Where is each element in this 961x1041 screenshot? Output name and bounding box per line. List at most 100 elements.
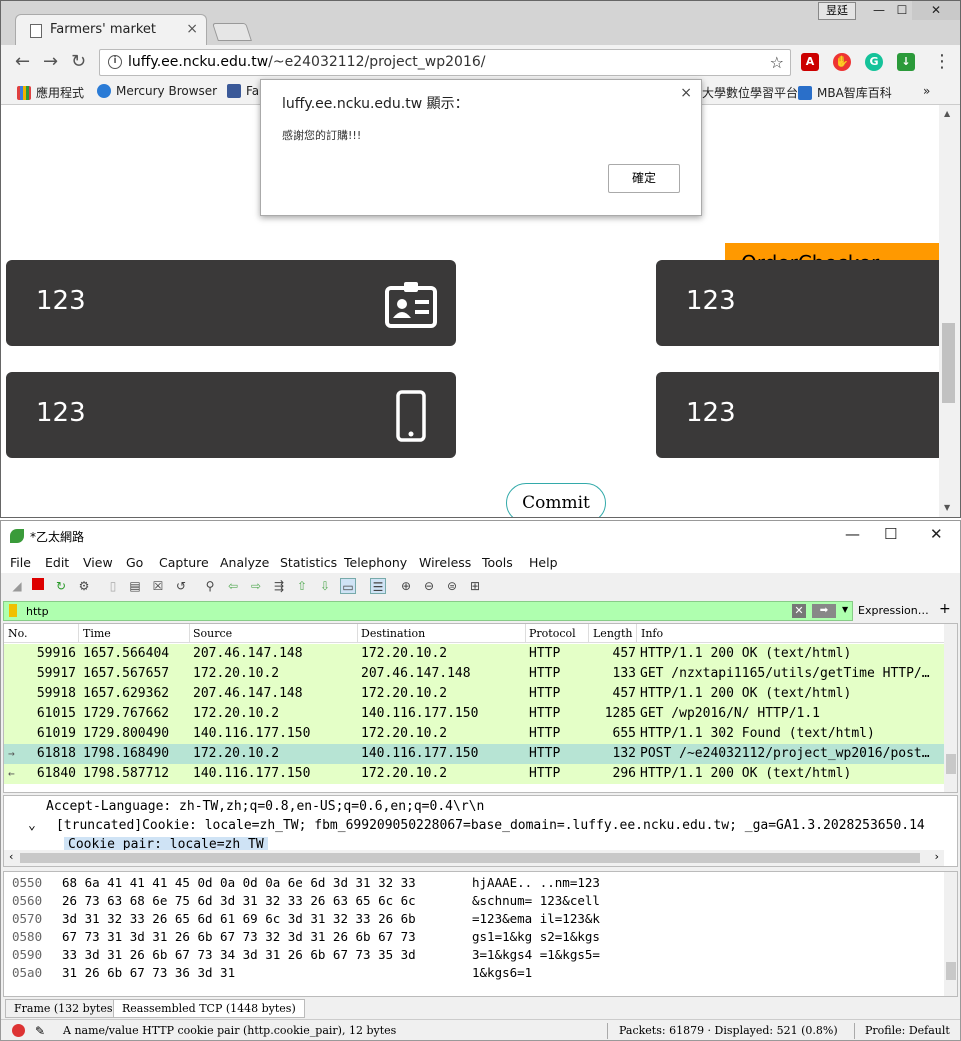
bookmarks-overflow-icon[interactable]: » [923,84,930,98]
download-extension-icon[interactable]: ↓ [897,53,915,71]
new-tab-button[interactable] [212,23,252,41]
stop-capture-icon[interactable] [30,578,46,594]
go-forward-icon[interactable]: ⇨ [248,578,264,594]
menu-view[interactable]: View [83,555,113,570]
packet-row[interactable]: 59916 1657.566404 207.46.147.148 172.20.10.… [4,644,944,664]
col-no[interactable]: No. [8,627,28,640]
col-length[interactable]: Length [593,627,632,640]
page-scrollbar[interactable]: ▲ ▼ [939,105,960,517]
address-bar[interactable]: i luffy.ee.ncku.edu.tw/~e24032112/projec… [99,49,791,76]
browser-tab[interactable]: Farmers' market × [15,14,207,46]
email-card[interactable]: 123 [656,372,939,458]
forward-arrow-icon[interactable]: → [43,51,58,72]
packet-list-scrollbar[interactable] [944,624,957,792]
bookmark-apps[interactable]: 應用程式 [17,84,84,101]
col-destination[interactable]: Destination [361,627,425,640]
save-file-icon[interactable]: ▤ [127,578,143,594]
menu-tools[interactable]: Tools [482,555,513,570]
back-arrow-icon[interactable]: ← [15,51,30,72]
normal-size-icon[interactable]: ⊜ [444,578,460,594]
expert-info-icon[interactable] [12,1024,25,1037]
menu-telephony[interactable]: Telephony [344,555,407,570]
go-to-packet-icon[interactable]: ⇶ [271,578,287,594]
status-profile[interactable]: Profile: Default [865,1024,950,1037]
close-file-icon[interactable]: ☒ [150,578,166,594]
open-file-icon[interactable]: ▯ [105,578,121,594]
col-protocol[interactable]: Protocol [529,627,576,640]
packet-row[interactable]: 61019 1729.800490 140.116.177.150 172.20.10… [4,724,944,744]
ws-maximize-button[interactable]: ☐ [884,525,897,543]
capture-options-icon[interactable]: ⚙ [76,578,92,594]
menu-analyze[interactable]: Analyze [220,555,269,570]
bytes-scrollbar[interactable] [944,872,957,996]
find-packet-icon[interactable]: ⚲ [202,578,218,594]
scrollbar-thumb[interactable] [946,962,956,980]
chrome-menu-icon[interactable]: ⋮ [933,51,951,72]
detail-cookie-expand-icon[interactable]: ⌄ [28,818,36,833]
edit-comment-icon[interactable]: ✎ [35,1024,45,1038]
add-filter-button[interactable]: + [939,601,951,617]
display-filter-input[interactable]: http ✕ ➡ ▼ [3,601,853,621]
menu-edit[interactable]: Edit [45,555,69,570]
site-info-icon[interactable]: i [108,55,122,69]
scroll-left-icon[interactable]: ‹ [8,850,15,863]
pdf-extension-icon[interactable]: A [801,53,819,71]
bookmark-elearning[interactable]: 大學數位學習平台 [702,84,798,101]
go-back-icon[interactable]: ⇦ [225,578,241,594]
col-time[interactable]: Time [83,627,111,640]
reload-file-icon[interactable]: ↺ [173,578,189,594]
filter-history-chevron-down-icon[interactable]: ▼ [842,605,848,614]
menu-capture[interactable]: Capture [159,555,209,570]
packet-row[interactable]: ← 61840 1798.587712 140.116.177.150 172.20.1… [4,764,944,784]
commit-button[interactable]: Commit [506,483,606,517]
autoscroll-icon[interactable]: ▭ [340,578,356,594]
bookmark-facebook[interactable]: Fa [227,84,259,98]
detail-cookie[interactable]: [truncated]Cookie: locale=zh_TW; fbm_699… [56,818,925,833]
tab-reassembled-tcp[interactable]: Reassembled TCP (1448 bytes) [113,999,305,1018]
expression-button[interactable]: Expression… [858,604,929,617]
tab-frame-bytes[interactable]: Frame (132 bytes) [5,999,126,1018]
colorize-icon[interactable]: ☰ [370,578,386,594]
menu-file[interactable]: File [10,555,31,570]
packet-row[interactable]: 61015 1729.767662 172.20.10.2 140.116.177.1… [4,704,944,724]
zoom-in-icon[interactable]: ⊕ [398,578,414,594]
clear-filter-icon[interactable]: ✕ [792,604,806,618]
school-number-card[interactable]: 123 [656,260,939,346]
menu-statistics[interactable]: Statistics [280,555,337,570]
reload-icon[interactable]: ↻ [71,51,86,72]
restart-capture-icon[interactable]: ↻ [53,578,69,594]
start-capture-icon[interactable]: ◢ [9,578,25,594]
bookmark-star-icon[interactable]: ☆ [770,53,784,72]
packet-row[interactable]: 59918 1657.629362 207.46.147.148 172.20.10.… [4,684,944,704]
first-packet-icon[interactable]: ⇧ [294,578,310,594]
menu-help[interactable]: Help [529,555,558,570]
profile-button[interactable]: 昱廷 [818,2,856,20]
scrollbar-thumb[interactable] [942,323,955,403]
name-card[interactable]: 123 [6,260,456,346]
ws-close-button[interactable]: ✕ [930,525,943,543]
apply-filter-icon[interactable]: ➡ [812,604,836,618]
adblock-extension-icon[interactable]: ✋ [833,53,851,71]
close-window-button[interactable]: ✕ [912,1,960,20]
zoom-out-icon[interactable]: ⊖ [421,578,437,594]
packet-row[interactable]: → 61818 1798.168490 172.20.10.2 140.116.177.… [4,744,944,764]
col-info[interactable]: Info [641,627,663,640]
alert-ok-button[interactable]: 確定 [608,164,680,193]
scroll-up-icon[interactable]: ▲ [944,109,950,118]
filter-bookmark-icon[interactable] [9,604,17,617]
col-source[interactable]: Source [193,627,232,640]
cellphone-card[interactable]: 123 [6,372,456,458]
scrollbar-thumb[interactable] [946,754,956,774]
details-hscrollbar[interactable]: ‹ › [4,850,944,866]
scroll-right-icon[interactable]: › [933,850,940,863]
tab-close-icon[interactable]: × [186,21,198,37]
scrollbar-thumb[interactable] [20,853,920,863]
bookmark-mba-wiki[interactable]: MBA智库百科 [798,84,892,101]
detail-accept-language[interactable]: Accept-Language: zh-TW,zh;q=0.8,en-US;q=… [46,799,484,814]
last-packet-icon[interactable]: ⇩ [317,578,333,594]
bookmark-mercury-browser[interactable]: Mercury Browser [97,84,217,98]
alert-close-icon[interactable]: × [680,85,692,101]
menu-go[interactable]: Go [126,555,143,570]
menu-wireless[interactable]: Wireless [419,555,471,570]
ws-minimize-button[interactable]: — [845,525,860,543]
